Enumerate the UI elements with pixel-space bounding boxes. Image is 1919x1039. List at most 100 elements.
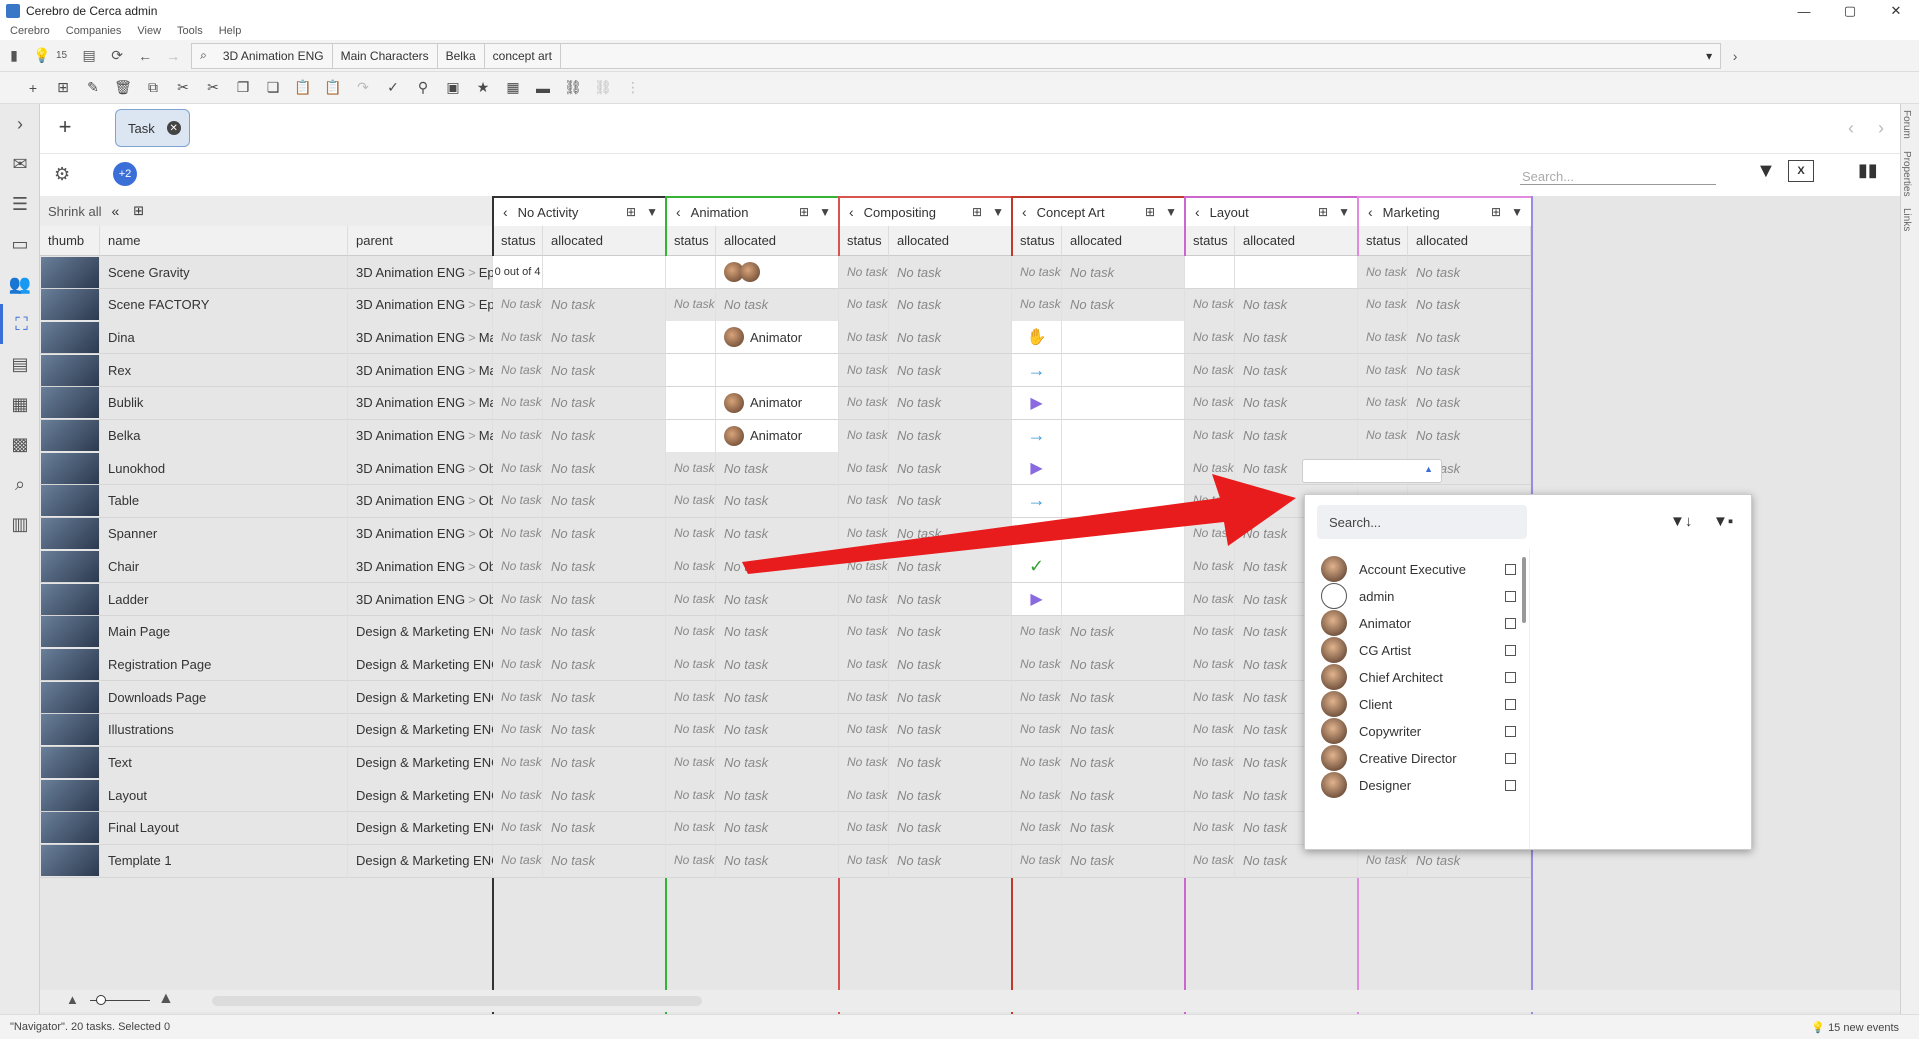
redirect-icon[interactable]: ↷ (348, 75, 378, 101)
no-task-status[interactable]: No task (1185, 844, 1235, 878)
no-task-status[interactable]: No task (1358, 354, 1408, 388)
column-status[interactable]: status (493, 226, 543, 256)
no-task-status[interactable]: No task (1012, 779, 1062, 813)
task-name[interactable]: Ladder (100, 583, 348, 616)
task-name[interactable]: Spanner (100, 517, 348, 551)
column-allocated[interactable]: allocated (543, 226, 666, 256)
assignee-checkbox[interactable] (1505, 671, 1516, 683)
no-task-allocated[interactable]: No task (889, 321, 1012, 355)
no-task-status[interactable]: No task (493, 583, 543, 616)
no-task-status[interactable]: No task (493, 419, 543, 453)
column-status[interactable]: status (839, 226, 889, 256)
task-name[interactable]: Scene Gravity (100, 256, 348, 289)
no-task-status[interactable]: No task (1185, 648, 1235, 682)
task-name[interactable]: Final Layout (100, 811, 348, 845)
copy-icon[interactable]: ❐ (228, 75, 258, 101)
no-task-allocated[interactable]: No task (543, 550, 666, 584)
group-header[interactable]: ‹ Animation ⊞ ▼ (666, 196, 839, 226)
no-task-status[interactable]: No task (1185, 811, 1235, 845)
no-task-status[interactable]: No task (1358, 386, 1408, 420)
no-task-status[interactable]: No task (666, 844, 716, 878)
mail-icon[interactable]: ✉ (0, 144, 40, 184)
assignee-checkbox[interactable] (1505, 563, 1516, 575)
task-parent[interactable]: Design & Marketing ENG>Mailout (348, 844, 557, 878)
breadcrumb-item[interactable]: Belka (438, 43, 485, 68)
film-icon[interactable]: ▬ (528, 75, 558, 101)
no-task-status[interactable]: No task (666, 583, 716, 616)
assignee-option[interactable]: Animator (1321, 609, 1516, 637)
chevron-left-icon[interactable]: ‹ (676, 204, 681, 220)
no-task-status[interactable]: No task (1012, 615, 1062, 649)
allocated-cell[interactable] (1235, 256, 1358, 289)
group-header[interactable]: ‹ Concept Art ⊞ ▼ (1012, 196, 1185, 226)
status-cell[interactable]: ▶ (1012, 583, 1062, 616)
columns-icon[interactable]: ⊞ (1145, 205, 1155, 219)
thumbnail[interactable] (40, 583, 100, 616)
in-progress-arrow-icon[interactable]: → (1028, 360, 1046, 381)
no-task-status[interactable]: No task (839, 386, 889, 420)
copy-structure-icon[interactable]: ⧉ (138, 75, 168, 101)
chevron-down-icon[interactable]: ▾ (1698, 44, 1720, 68)
refresh-icon[interactable]: ⟳ (103, 43, 131, 69)
column-status[interactable]: status (1185, 226, 1235, 256)
no-task-allocated[interactable]: No task (543, 844, 666, 878)
filter-icon[interactable]: ▼ (1338, 205, 1350, 219)
no-task-status[interactable]: No task (839, 779, 889, 813)
no-task-allocated[interactable]: No task (889, 386, 1012, 420)
no-task-allocated[interactable]: No task (1062, 615, 1185, 649)
no-task-status[interactable]: No task (493, 746, 543, 780)
no-task-status[interactable]: No task (666, 713, 716, 747)
no-task-allocated[interactable]: No task (543, 583, 666, 616)
task-name[interactable]: Downloads Page (100, 681, 348, 715)
menu-help[interactable]: Help (219, 25, 242, 37)
paste-icon[interactable]: ❏ (258, 75, 288, 101)
no-task-status[interactable]: No task (493, 811, 543, 845)
no-task-allocated[interactable]: No task (1235, 419, 1358, 453)
status-cell[interactable] (666, 419, 716, 453)
collapse-icon[interactable]: « (111, 203, 119, 219)
no-task-status[interactable]: No task (493, 354, 543, 388)
tab-task[interactable]: Task ✕ (115, 109, 190, 147)
no-task-allocated[interactable]: No task (889, 583, 1012, 616)
no-task-allocated[interactable]: No task (1408, 256, 1531, 289)
thumbnail[interactable] (40, 648, 100, 682)
in-progress-arrow-icon[interactable]: → (1028, 425, 1046, 446)
allocated-cell[interactable] (1062, 354, 1185, 388)
no-task-status[interactable]: No task (1185, 354, 1235, 388)
thumbnail[interactable] (40, 779, 100, 813)
no-task-status[interactable]: No task (1185, 713, 1235, 747)
no-task-allocated[interactable]: No task (543, 746, 666, 780)
no-task-status[interactable]: No task (1012, 256, 1062, 289)
no-task-status[interactable]: No task (1185, 288, 1235, 322)
breadcrumb-item[interactable]: Main Characters (333, 43, 438, 68)
no-task-status[interactable]: No task (666, 288, 716, 322)
filter-icon[interactable]: ▼ (646, 205, 658, 219)
dropdown-search-input[interactable]: Search... (1317, 505, 1527, 539)
task-parent[interactable]: Design & Marketing ENG>Website (348, 681, 562, 715)
no-task-allocated[interactable]: No task (716, 844, 839, 878)
task-name[interactable]: Registration Page (100, 648, 348, 682)
no-task-allocated[interactable]: No task (1062, 713, 1185, 747)
task-parent[interactable]: Design & Marketing ENG>Booklets (348, 811, 565, 845)
minimize-icon[interactable]: — (1781, 0, 1827, 22)
no-task-allocated[interactable]: No task (716, 583, 839, 616)
no-task-status[interactable]: No task (839, 713, 889, 747)
column-status[interactable]: status (666, 226, 716, 256)
assignee-option[interactable]: Client (1321, 690, 1516, 718)
search-input[interactable]: Search... (1520, 163, 1716, 185)
tab-links[interactable]: Links (1901, 202, 1912, 237)
ready-play-icon[interactable]: ▶ (1030, 393, 1042, 413)
no-task-allocated[interactable]: No task (1235, 288, 1358, 322)
thumbnail[interactable] (40, 713, 100, 747)
task-parent[interactable]: 3D Animation ENG>Objects (348, 484, 523, 518)
columns-icon[interactable]: ⊞ (1318, 205, 1328, 219)
allocated-cell[interactable] (1062, 583, 1185, 616)
no-task-allocated[interactable]: No task (1062, 779, 1185, 813)
scrollbar[interactable] (1522, 557, 1526, 623)
assignee-checkbox[interactable] (1505, 752, 1516, 764)
menu-companies[interactable]: Companies (66, 25, 122, 37)
no-task-status[interactable]: No task (493, 779, 543, 813)
no-task-allocated[interactable]: No task (889, 288, 1012, 322)
task-name[interactable]: Table (100, 484, 348, 518)
filter-icon[interactable]: ▼ (992, 205, 1004, 219)
